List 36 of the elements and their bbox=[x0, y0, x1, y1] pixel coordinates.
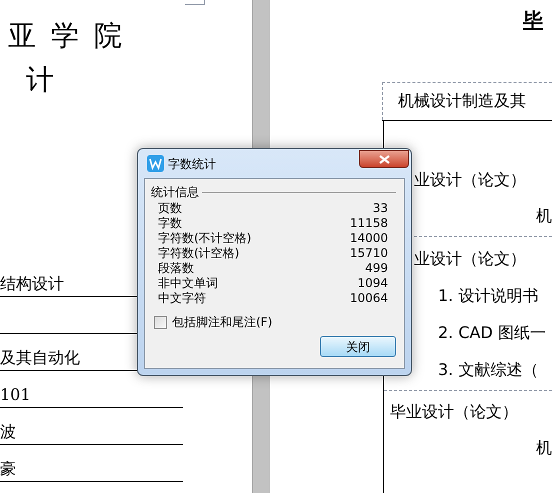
table-text: 机 bbox=[536, 205, 552, 227]
fill-in-line: 波 bbox=[0, 408, 183, 445]
table-cell: 机械设计制造及其 bbox=[382, 82, 552, 120]
stat-value: 11158 bbox=[350, 216, 388, 231]
checkbox[interactable] bbox=[154, 316, 167, 328]
table-text: 3. 文献综述（ bbox=[438, 360, 538, 379]
close-icon bbox=[378, 154, 390, 164]
stat-value: 10064 bbox=[350, 291, 388, 306]
fill-in-line: 豪 bbox=[0, 445, 183, 482]
stat-label: 字符数(计空格) bbox=[158, 246, 240, 261]
table-text: 机 bbox=[536, 437, 552, 459]
close-button[interactable] bbox=[359, 150, 409, 168]
table-text: 业设计（论文） bbox=[414, 170, 526, 189]
checkbox-label: 包括脚注和尾注(F) bbox=[172, 314, 272, 330]
close-dialog-button[interactable]: 关闭 bbox=[320, 336, 396, 357]
stat-value: 33 bbox=[372, 201, 388, 216]
stat-value: 1094 bbox=[357, 276, 388, 291]
table-text: 业设计（论文） bbox=[414, 249, 526, 268]
title-text: 亚 学 院 bbox=[7, 18, 126, 54]
stat-label: 字数 bbox=[158, 216, 182, 231]
header-text: 毕 bbox=[523, 8, 543, 32]
stat-label: 非中文单词 bbox=[158, 276, 218, 291]
stat-value: 499 bbox=[365, 261, 388, 276]
app-icon bbox=[147, 155, 164, 172]
table-text: 2. CAD 图纸一 bbox=[438, 323, 546, 342]
table-text: 毕业设计（论文） bbox=[390, 402, 518, 421]
window-title: 字数统计 bbox=[168, 156, 216, 172]
stat-value: 14000 bbox=[350, 231, 388, 246]
corner-mark bbox=[185, 0, 205, 5]
stat-label: 页数 bbox=[158, 201, 182, 216]
section-title: 统计信息 bbox=[151, 184, 199, 200]
stat-value: 15710 bbox=[350, 246, 388, 261]
title-text: 计 bbox=[25, 62, 55, 98]
stat-label: 段落数 bbox=[158, 261, 194, 276]
table-text: 1. 设计说明书 bbox=[438, 286, 538, 305]
stat-label: 字符数(不计空格) bbox=[158, 231, 252, 246]
